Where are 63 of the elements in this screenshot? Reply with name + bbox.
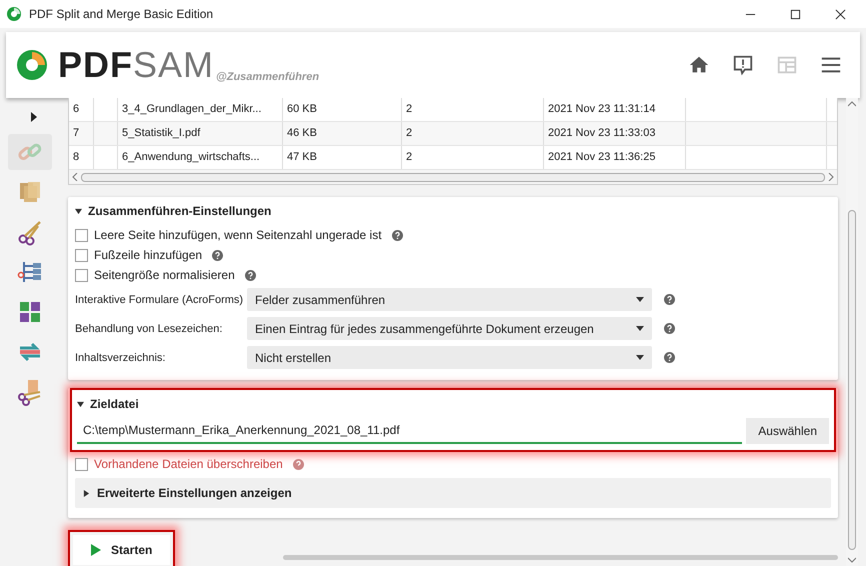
feedback-icon[interactable] — [732, 54, 754, 76]
dropdown-arrow-icon — [636, 297, 644, 302]
vertical-scrollbar[interactable] — [846, 98, 858, 566]
checkbox-label: Seitengröße normalisieren — [94, 268, 235, 282]
play-icon — [91, 544, 101, 556]
field-label: Inhaltsverzeichnis: — [75, 352, 166, 364]
table-cell: 60 KB — [283, 98, 402, 121]
checkbox-label: Fußzeile hinzufügen — [94, 248, 202, 262]
table-cell: 2021 Nov 23 11:36:25 — [544, 146, 686, 169]
checkbox-label: Vorhandene Dateien überschreiben — [94, 457, 283, 471]
scroll-down-icon[interactable] — [848, 557, 856, 563]
table-cell: 2021 Nov 23 11:33:03 — [544, 122, 686, 145]
help-icon[interactable] — [664, 352, 675, 363]
table-cell: 3_4_Grundlagen_der_Mikr... — [118, 98, 283, 121]
table-cell: 5_Statistik_I.pdf — [118, 122, 283, 145]
app-logo-icon — [16, 49, 48, 81]
expand-arrow-icon[interactable] — [31, 112, 37, 122]
help-icon[interactable] — [292, 458, 304, 470]
dropdown[interactable]: Felder zusammenführen — [247, 288, 652, 311]
advanced-settings-toggle[interactable]: Erweiterte Einstellungen anzeigen — [75, 478, 831, 508]
scroll-left-icon[interactable] — [72, 173, 78, 181]
checkbox[interactable] — [75, 248, 88, 262]
window-title: PDF Split and Merge Basic Edition — [29, 7, 214, 21]
dropdown[interactable]: Einen Eintrag für jedes zusammengeführte Dokument erzeugen — [247, 317, 652, 340]
logo-text: PDFSAM — [58, 47, 214, 83]
maximize-icon[interactable] — [790, 8, 801, 20]
checkbox[interactable] — [75, 458, 88, 470]
section-title: Zusammenführen-Einstellungen — [88, 204, 272, 218]
section-title: Zieldatei — [90, 397, 139, 411]
table-cell: 2 — [402, 146, 544, 169]
dropdown[interactable]: Nicht erstellen — [247, 346, 652, 369]
module-name: @Zusammenführen — [216, 71, 320, 83]
app-logo-icon — [7, 7, 21, 21]
help-icon[interactable] — [664, 294, 675, 305]
table-cell: 2 — [402, 122, 544, 145]
table-cell: 8 — [69, 146, 94, 169]
dropdown-arrow-icon — [636, 326, 644, 331]
field-label: Interaktive Formulare (AcroForms) — [75, 294, 244, 306]
collapse-arrow-icon[interactable] — [77, 400, 84, 408]
table-cell: 7 — [69, 122, 94, 145]
table-cell: 6_Anwendung_wirtschafts... — [118, 146, 283, 169]
help-icon[interactable] — [244, 270, 256, 280]
start-button[interactable]: Starten — [73, 535, 170, 565]
browse-button[interactable]: Auswählen — [746, 418, 829, 444]
checkbox[interactable] — [75, 268, 88, 282]
close-icon[interactable] — [835, 8, 846, 20]
help-icon[interactable] — [212, 250, 224, 260]
checkbox[interactable] — [75, 228, 88, 242]
toggle-label: Erweiterte Einstellungen anzeigen — [97, 486, 292, 500]
table-cell: 2 — [402, 98, 544, 121]
dropdown-arrow-icon — [636, 355, 644, 360]
table-cell: 47 KB — [283, 146, 402, 169]
scroll-up-icon[interactable] — [848, 101, 856, 107]
help-icon[interactable] — [664, 323, 675, 334]
table-cell: 2021 Nov 23 11:31:14 — [544, 98, 686, 121]
field-label: Behandlung von Lesezeichen: — [75, 322, 224, 334]
collapse-arrow-icon[interactable] — [75, 208, 82, 214]
table-cell: 6 — [69, 98, 94, 121]
horizontal-scrollbar[interactable] — [69, 170, 837, 184]
help-icon[interactable] — [392, 230, 403, 240]
checkbox-label: Leere Seite hinzufügen, wenn Seitenzahl ungerade ist — [94, 228, 382, 242]
scroll-right-icon[interactable] — [828, 173, 834, 181]
table-cell: 46 KB — [283, 122, 402, 145]
